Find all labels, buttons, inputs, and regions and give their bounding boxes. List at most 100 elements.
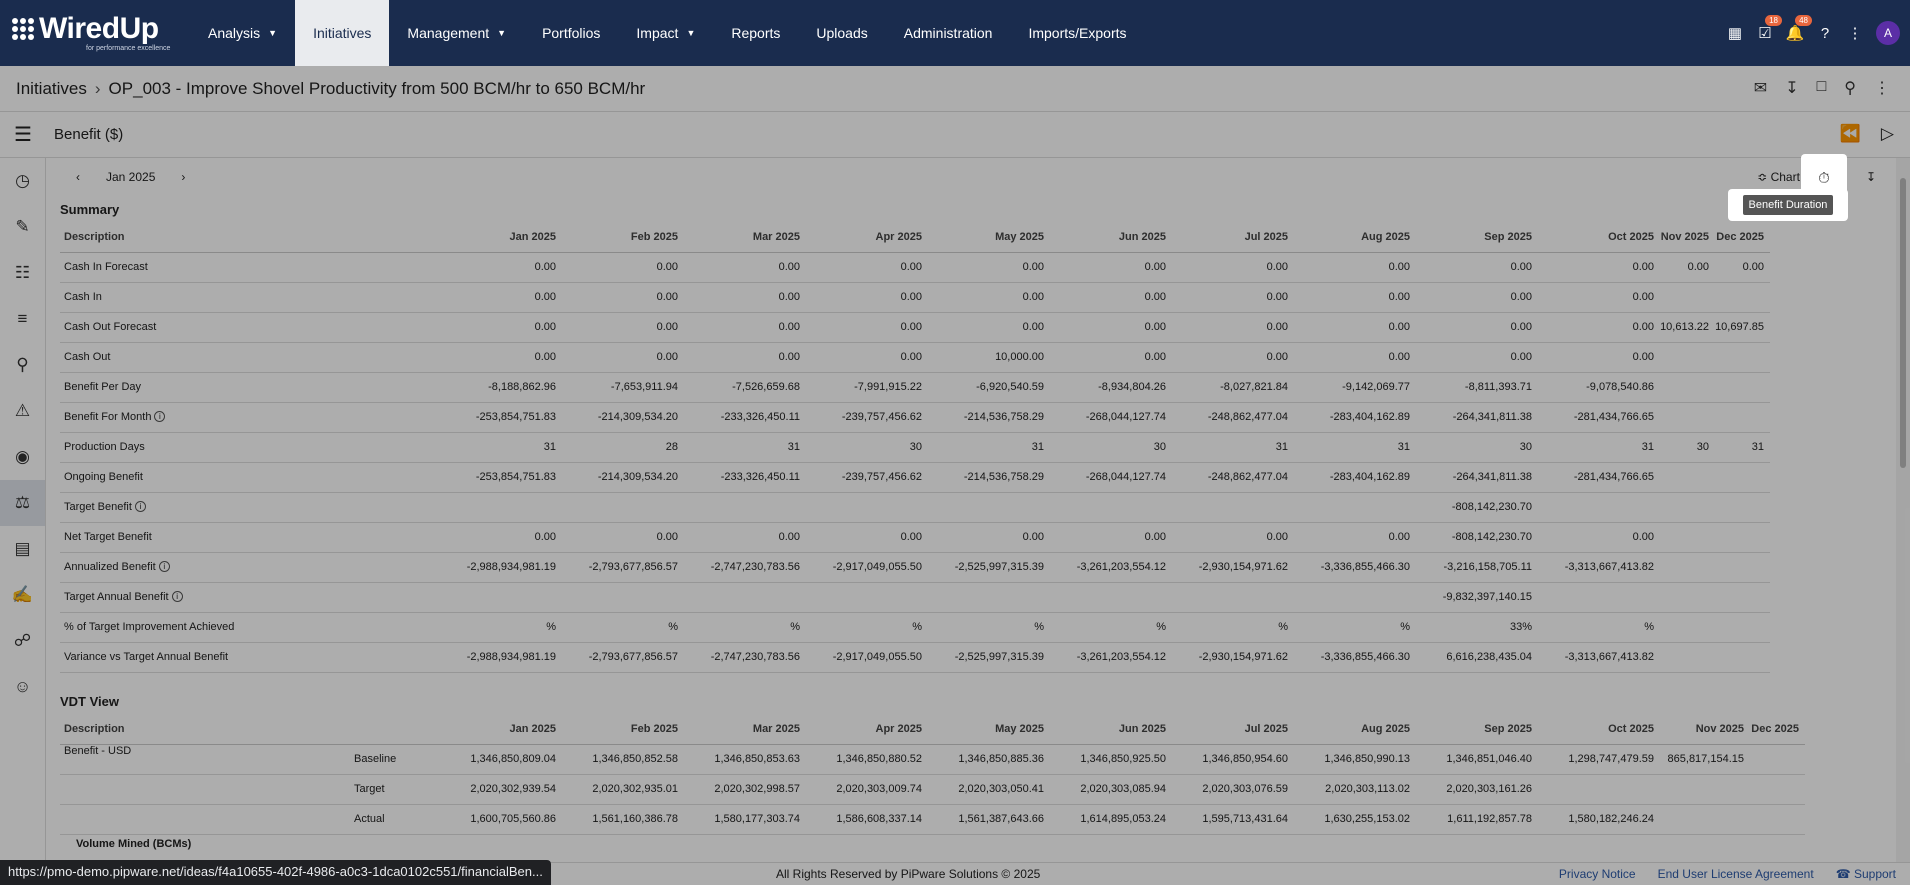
table-cell: -248,862,477.04	[1172, 402, 1294, 433]
mail-icon[interactable]: ✉	[1754, 78, 1767, 98]
table-cell: 0.00	[928, 312, 1050, 343]
list-icon[interactable]: ≡	[0, 296, 45, 342]
zoom-icon[interactable]: ⚲	[0, 342, 45, 388]
nav-item-administration[interactable]: Administration	[886, 0, 1011, 66]
table-row: Cash In 0.00 0.00 0.00 0.00 0.00 0.00 0.00 0.00 0…	[60, 282, 1770, 313]
table-cell: 2,020,303,076.59	[1172, 774, 1294, 805]
table-cell	[1715, 642, 1770, 673]
table-cell: -2,525,997,315.39	[928, 552, 1050, 583]
sign-icon[interactable]: ✍	[0, 572, 45, 618]
table-cell	[1715, 552, 1770, 583]
vdt-partial-row[interactable]: Volume Mined (BCMs)	[76, 838, 191, 850]
nav-item-initiatives[interactable]: Initiatives	[295, 0, 390, 66]
logo[interactable]: WiredUp for performance excellence	[0, 0, 190, 66]
row-label-cell: Cash In	[60, 282, 440, 313]
table-cell: -253,854,751.83	[440, 462, 562, 493]
hamburger-icon[interactable]: ☰	[0, 122, 46, 147]
column-header-month: Sep 2025	[1416, 714, 1538, 745]
table-cell: 0.00	[1172, 252, 1294, 283]
nav-item-reports[interactable]: Reports	[713, 0, 798, 66]
privacy-link[interactable]: Privacy Notice	[1559, 867, 1636, 881]
main-nav: Analysis ▼ Initiatives Management ▼ Portfolio…	[190, 0, 1145, 66]
table-cell: %	[684, 612, 806, 643]
table-cell: 0.00	[1538, 522, 1660, 553]
avatar[interactable]: A	[1876, 21, 1900, 45]
tooltip-container: Benefit Duration	[1728, 189, 1848, 221]
help-icon[interactable]: ?	[1816, 24, 1834, 42]
column-header-month: Feb 2025	[562, 714, 684, 745]
column-header-month: Aug 2025	[1294, 222, 1416, 253]
table-cell	[1660, 582, 1715, 613]
table-cell: 1,580,177,303.74	[684, 804, 806, 835]
nav-item-management[interactable]: Management ▼	[389, 0, 524, 66]
download-icon[interactable]: ↧	[1785, 78, 1798, 98]
prev-period-icon[interactable]: ‹	[76, 170, 80, 184]
main-content: ‹ Jan 2025 › ≎ Chart ↧ Summary Descripti…	[46, 158, 1896, 862]
table-cell: 0.00	[1172, 342, 1294, 373]
tasks-icon[interactable]: ☑ 18	[1756, 15, 1782, 42]
table-cell	[1660, 342, 1715, 373]
dashboard-icon[interactable]: ◷	[0, 158, 45, 204]
period-label: Jan 2025	[106, 170, 156, 184]
nav-item-impact[interactable]: Impact ▼	[618, 0, 713, 66]
row-label: Actual	[350, 804, 440, 835]
scroll-thumb[interactable]	[1900, 178, 1906, 468]
table-cell: 30	[1416, 432, 1538, 463]
play-icon[interactable]: ▷	[1881, 124, 1894, 144]
next-period-icon[interactable]: ›	[181, 170, 185, 184]
calendar-icon[interactable]: ▦	[1726, 24, 1744, 42]
binoculars-icon[interactable]: ◉	[0, 434, 45, 480]
info-icon[interactable]: i	[154, 411, 166, 422]
table-cell	[1715, 522, 1770, 553]
hierarchy-icon[interactable]: ☷	[0, 250, 45, 296]
info-icon[interactable]: i	[158, 561, 170, 572]
users-icon[interactable]: ☺	[0, 664, 45, 710]
table-cell: -2,930,154,971.62	[1172, 642, 1294, 673]
column-header-month: Dec 2025	[1750, 714, 1805, 745]
note-icon[interactable]: □	[1817, 78, 1827, 98]
table-cell	[928, 492, 1050, 523]
table-cell: -3,336,855,466.30	[1294, 552, 1416, 583]
grid-icon[interactable]: ⋮	[1846, 24, 1864, 42]
nav-item-imports-exports[interactable]: Imports/Exports	[1010, 0, 1144, 66]
chart-button[interactable]: ≎ Chart	[1757, 170, 1800, 184]
nav-item-uploads[interactable]: Uploads	[798, 0, 885, 66]
table-cell: 0.00	[1050, 282, 1172, 313]
table-row: Cash Out 0.00 0.00 0.00 0.00 10,000.00 0.00 0.0…	[60, 342, 1770, 373]
table-cell: 31	[1294, 432, 1416, 463]
column-header-month: Jul 2025	[1172, 714, 1294, 745]
support-label: Support	[1853, 867, 1896, 881]
edit-icon[interactable]: ✎	[0, 204, 45, 250]
row-label-cell: Benefit For Month i	[60, 402, 440, 433]
row-label: Net Target Benefit	[64, 531, 152, 543]
warning-icon[interactable]: ⚠	[0, 388, 45, 434]
table-cell	[1750, 744, 1805, 775]
info-icon[interactable]: i	[171, 591, 183, 602]
table-cell	[1538, 582, 1660, 613]
inbox-icon[interactable]: ▤	[0, 526, 45, 572]
column-header-month: Sep 2025	[1416, 222, 1538, 253]
nav-item-portfolios[interactable]: Portfolios	[524, 0, 618, 66]
row-label: Variance vs Target Annual Benefit	[64, 651, 229, 663]
search-doc-icon[interactable]: ⚲	[1844, 78, 1856, 98]
vertical-scrollbar[interactable]	[1896, 158, 1910, 862]
eula-link[interactable]: End User License Agreement	[1658, 867, 1814, 881]
table-cell: -3,261,203,554.12	[1050, 642, 1172, 673]
table-cell: 6,616,238,435.04	[1416, 642, 1538, 673]
benefit-icon[interactable]: ⚖	[0, 480, 45, 526]
table-cell: 28	[562, 432, 684, 463]
support-link[interactable]: ☎ Support	[1836, 867, 1896, 881]
table-cell	[1660, 372, 1715, 403]
vdt-title: VDT View	[60, 694, 120, 709]
rewind-icon[interactable]: ⏪	[1840, 124, 1861, 144]
info-icon[interactable]: i	[134, 501, 146, 512]
table-cell: 0.00	[1416, 342, 1538, 373]
breadcrumb-root[interactable]: Initiatives	[16, 79, 87, 98]
export-icon[interactable]: ↧	[1866, 170, 1876, 184]
bell-icon[interactable]: 🔔 48	[1786, 15, 1812, 42]
more-vertical-icon[interactable]: ⋮	[1874, 78, 1890, 98]
table-cell: 0.00	[684, 312, 806, 343]
nav-item-analysis[interactable]: Analysis ▼	[190, 0, 295, 66]
network-icon[interactable]: ☍	[0, 618, 45, 664]
table-cell: -2,793,677,856.57	[562, 552, 684, 583]
